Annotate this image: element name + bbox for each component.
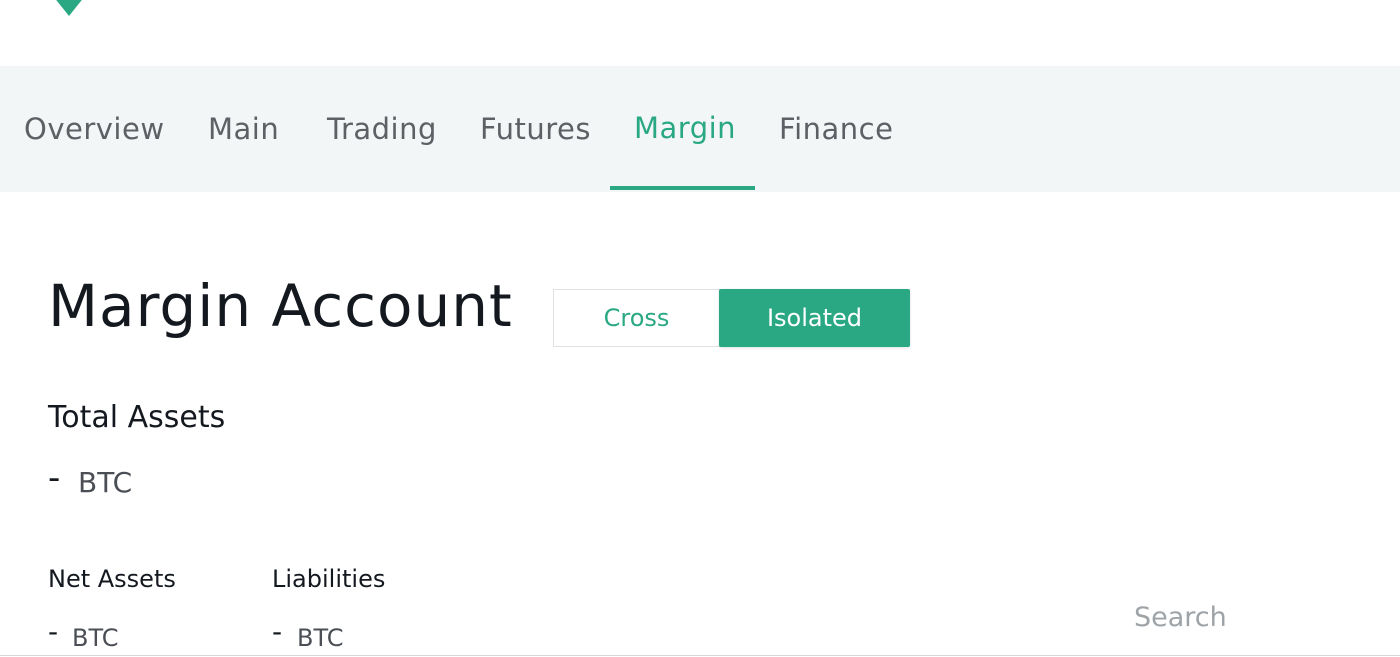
search-input[interactable] xyxy=(1134,595,1400,639)
liabilities-label: Liabilities xyxy=(272,565,386,593)
active-tab-indicator xyxy=(610,186,755,190)
tab-overview[interactable]: Overview xyxy=(24,66,165,192)
tab-futures[interactable]: Futures xyxy=(480,66,591,192)
total-assets-value: - xyxy=(48,458,61,498)
total-assets-unit: BTC xyxy=(78,466,133,499)
account-tab-bar: Overview Main Trading Futures Margin Fin… xyxy=(0,66,1400,192)
net-assets-label: Net Assets xyxy=(48,565,176,593)
tab-main[interactable]: Main xyxy=(208,66,279,192)
liabilities-unit: BTC xyxy=(297,624,344,652)
page-title: Margin Account xyxy=(48,272,513,340)
tab-margin[interactable]: Margin xyxy=(634,66,736,192)
tab-finance[interactable]: Finance xyxy=(779,66,893,192)
tab-trading[interactable]: Trading xyxy=(327,66,437,192)
net-assets-unit: BTC xyxy=(72,624,119,652)
margin-mode-toggle: Cross Isolated xyxy=(553,289,910,347)
cross-mode-button[interactable]: Cross xyxy=(553,289,720,347)
top-header xyxy=(0,0,1400,66)
isolated-mode-button[interactable]: Isolated xyxy=(719,289,910,347)
liabilities-value: - xyxy=(272,615,283,648)
total-assets-label: Total Assets xyxy=(48,400,226,435)
logo-icon[interactable] xyxy=(45,0,93,16)
divider xyxy=(0,655,1400,656)
page: Overview Main Trading Futures Margin Fin… xyxy=(0,0,1400,657)
net-assets-value: - xyxy=(48,615,59,648)
